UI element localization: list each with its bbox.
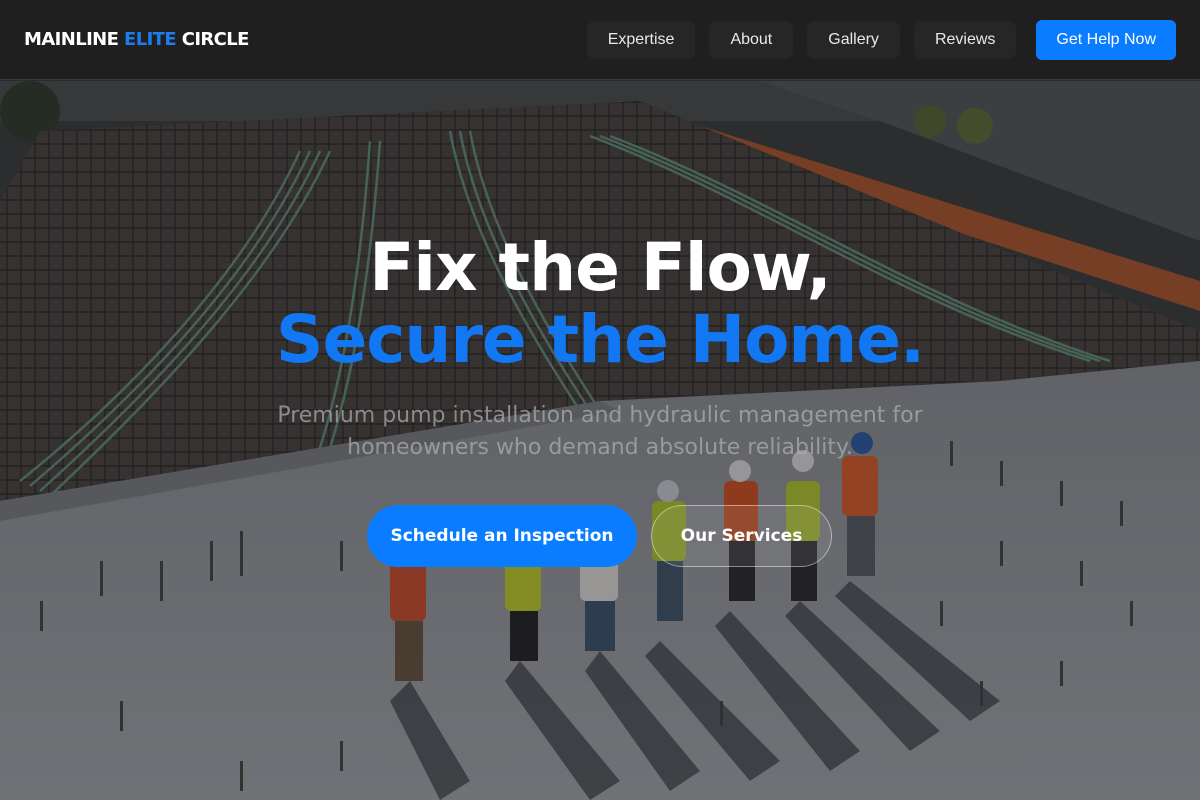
logo-text-part1: MAINLINE <box>24 29 124 50</box>
hero-dark-overlay <box>0 81 1200 800</box>
our-services-button[interactable]: Our Services <box>651 505 832 567</box>
site-logo[interactable]: MAINLINE ELITE CIRCLE <box>24 29 249 50</box>
get-help-now-button[interactable]: Get Help Now <box>1036 19 1176 60</box>
schedule-inspection-button[interactable]: Schedule an Inspection <box>367 505 637 567</box>
logo-text-part2: CIRCLE <box>176 29 250 50</box>
logo-text-accent: ELITE <box>124 29 177 50</box>
site-header: MAINLINE ELITE CIRCLE Expertise About Ga… <box>0 0 1200 80</box>
nav-link-about[interactable]: About <box>709 20 794 59</box>
nav-link-gallery[interactable]: Gallery <box>807 20 900 59</box>
hero-section <box>0 81 1200 800</box>
nav-link-reviews[interactable]: Reviews <box>913 20 1017 59</box>
nav-link-expertise[interactable]: Expertise <box>586 20 696 59</box>
main-nav: Expertise About Gallery Reviews Get Help… <box>573 19 1176 60</box>
